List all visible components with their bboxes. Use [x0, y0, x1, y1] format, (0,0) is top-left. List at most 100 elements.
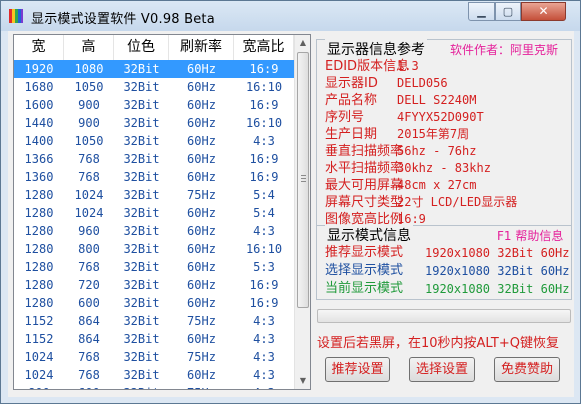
table-row[interactable]: 1280 600 32Bit 60Hz 16:9 — [14, 294, 294, 312]
column-header-aspect-ratio[interactable]: 宽高比 — [234, 35, 294, 60]
mode-value: 1920x1080 32Bit 60Hz — [425, 246, 570, 260]
info-label: 屏幕尺寸类型 — [325, 195, 404, 210]
scroll-down-icon[interactable]: ▼ — [295, 373, 310, 389]
cell-width: 1280 — [24, 242, 54, 256]
table-row[interactable]: 1600 900 32Bit 60Hz 16:9 — [14, 96, 294, 114]
mode-info-title: 显示模式信息 — [325, 225, 413, 245]
cell-color-depth: 32Bit — [123, 368, 160, 382]
info-label: 显示器ID — [325, 76, 378, 91]
info-value: 4FYYX52D090T — [397, 110, 484, 124]
donate-button[interactable]: 免费赞助 — [494, 357, 560, 382]
column-header-width[interactable]: 宽 — [14, 35, 64, 60]
cell-aspect-ratio: 4:3 — [253, 350, 275, 364]
cell-aspect-ratio: 16:10 — [245, 242, 283, 256]
cell-color-depth: 32Bit — [123, 152, 160, 166]
cell-width: 1400 — [24, 134, 54, 148]
table-row[interactable]: 1920 1080 32Bit 60Hz 16:9 — [14, 60, 294, 78]
cell-height: 1080 — [74, 62, 104, 76]
table-row[interactable]: 1280 768 32Bit 60Hz 5:3 — [14, 258, 294, 276]
cell-width: 800 — [14, 384, 64, 389]
info-label: 序列号 — [325, 110, 365, 125]
display-mode-list[interactable]: 宽 高 位色 刷新率 宽高比 1920 1080 32Bit 60Hz 16:9 1680… — [13, 34, 311, 390]
info-label: 垂直扫描频率 — [325, 144, 404, 159]
info-value: 56hz - 76hz — [397, 144, 477, 158]
cell-aspect-ratio: 5:4 — [253, 206, 275, 220]
recommend-settings-button[interactable]: 推荐设置 — [325, 357, 390, 382]
maximize-icon: ▢ — [502, 5, 514, 18]
author-label: 软件作者：阿里克斯 — [450, 43, 559, 57]
cell-height: 800 — [78, 242, 100, 256]
cell-width: 1360 — [24, 170, 54, 184]
cell-refresh-rate: 75Hz — [187, 188, 216, 202]
cell-aspect-ratio: 16:10 — [245, 116, 283, 130]
cell-color-depth: 32Bit — [123, 62, 160, 76]
cell-aspect-ratio: 5:4 — [253, 188, 275, 202]
cell-refresh-rate: 60Hz — [187, 62, 216, 76]
minimize-button[interactable]: ▁ — [468, 2, 495, 21]
info-label: 水平扫描频率 — [325, 161, 404, 176]
close-button[interactable]: ✕ — [521, 2, 566, 21]
cell-width: 1280 — [24, 224, 54, 238]
cell-height: 864 — [78, 314, 100, 328]
cell-width: 1280 — [24, 296, 54, 310]
cell-color-depth: 32Bit — [123, 260, 160, 274]
cell-height: 768 — [78, 350, 100, 364]
scroll-up-icon[interactable]: ▲ — [295, 35, 310, 51]
cell-color-depth: 32Bit — [123, 332, 160, 346]
cell-height: 1024 — [74, 206, 104, 220]
table-row[interactable]: 1280 800 32Bit 60Hz 16:10 — [14, 240, 294, 258]
title-bar[interactable]: 显示模式设置软件 V0.98 Beta ▁ ▢ ✕ — [1, 1, 580, 31]
column-header-refresh-rate[interactable]: 刷新率 — [169, 35, 234, 60]
mode-label: 选择显示模式 — [325, 263, 404, 278]
table-row[interactable]: 1280 1024 32Bit 75Hz 5:4 — [14, 186, 294, 204]
cell-height: 720 — [78, 278, 100, 292]
cell-refresh-rate: 60Hz — [187, 278, 216, 292]
mode-value: 1920x1080 32Bit 60Hz — [425, 264, 570, 278]
table-row[interactable]: 1440 900 32Bit 60Hz 16:10 — [14, 114, 294, 132]
cell-refresh-rate: 60Hz — [187, 98, 216, 112]
cell-height: 1050 — [74, 80, 104, 94]
monitor-info-panel: 显示器信息参考 软件作者：阿里克斯 EDID版本信息 1.3 显示器ID DELD05… — [316, 39, 572, 227]
table-row[interactable]: 1152 864 32Bit 60Hz 4:3 — [14, 330, 294, 348]
cell-refresh-rate: 60Hz — [187, 242, 216, 256]
maximize-button[interactable]: ▢ — [495, 2, 521, 21]
table-row[interactable]: 1280 960 32Bit 60Hz 4:3 — [14, 222, 294, 240]
table-row[interactable]: 1280 720 32Bit 60Hz 16:9 — [14, 276, 294, 294]
cell-aspect-ratio: 16:9 — [249, 152, 279, 166]
cell-aspect-ratio: 16:9 — [249, 170, 279, 184]
cell-width: 1280 — [24, 188, 54, 202]
cell-color-depth: 32Bit — [123, 206, 160, 220]
table-row[interactable]: 1680 1050 32Bit 60Hz 16:10 — [14, 78, 294, 96]
cell-refresh-rate: 60Hz — [187, 332, 216, 346]
cell-height: 768 — [78, 368, 100, 382]
recovery-hint: 设置后若黑屏，在10秒内按ALT+Q键恢复 — [317, 336, 559, 351]
column-header-color-depth[interactable]: 位色 — [114, 35, 169, 60]
table-row[interactable]: 1280 1024 32Bit 60Hz 5:4 — [14, 204, 294, 222]
cell-height: 900 — [78, 116, 100, 130]
scrollbar-thumb[interactable] — [297, 52, 309, 308]
cell-aspect-ratio: 4:3 — [253, 134, 275, 148]
cell-color-depth: 32Bit — [123, 80, 160, 94]
table-row[interactable]: 1366 768 32Bit 60Hz 16:9 — [14, 150, 294, 168]
cell-color-depth: 32Bit — [123, 296, 160, 310]
cell-color-depth: 32Bit — [123, 350, 160, 364]
table-row[interactable]: 1400 1050 32Bit 60Hz 4:3 — [14, 132, 294, 150]
list-header: 宽 高 位色 刷新率 宽高比 — [14, 35, 294, 60]
cell-width: 1152 — [24, 314, 54, 328]
table-row[interactable]: 1152 864 32Bit 75Hz 4:3 — [14, 312, 294, 330]
info-value: 1.3 — [397, 59, 419, 73]
cell-refresh-rate: 75Hz — [169, 384, 234, 389]
table-row[interactable]: 1360 768 32Bit 60Hz 16:9 — [14, 168, 294, 186]
column-header-height[interactable]: 高 — [64, 35, 114, 60]
table-row[interactable]: 1024 768 32Bit 75Hz 4:3 — [14, 348, 294, 366]
cell-width: 1920 — [24, 62, 54, 76]
cell-aspect-ratio: 16:9 — [249, 278, 279, 292]
list-scrollbar[interactable]: ▲ ▼ — [294, 35, 310, 389]
mode-label: 推荐显示模式 — [325, 245, 404, 260]
cell-refresh-rate: 60Hz — [187, 296, 216, 310]
table-row[interactable]: 80060032Bit75Hz4:3 — [14, 384, 294, 389]
table-row[interactable]: 1024 768 32Bit 60Hz 4:3 — [14, 366, 294, 384]
apply-selected-button[interactable]: 选择设置 — [409, 357, 475, 382]
cell-aspect-ratio: 16:9 — [249, 62, 279, 76]
cell-height: 1024 — [74, 188, 104, 202]
